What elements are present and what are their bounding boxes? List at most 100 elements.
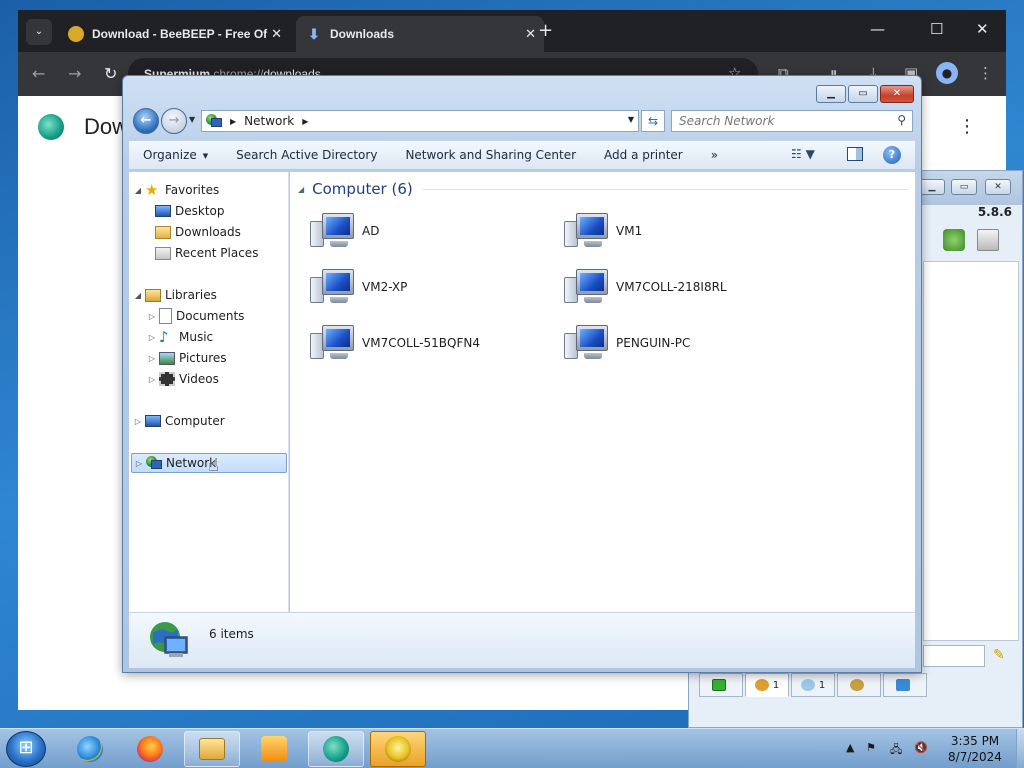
maximize-icon[interactable]: ☐ xyxy=(930,20,943,38)
maximize-icon[interactable]: ▭ xyxy=(951,179,977,195)
preview-pane-icon[interactable] xyxy=(847,147,863,161)
computer-item[interactable]: AD xyxy=(308,208,548,254)
system-clock[interactable]: 3:35 PM 8/7/2024 xyxy=(940,733,1010,765)
computer-item[interactable]: PENGUIN-PC xyxy=(562,320,802,366)
group-header-computer[interactable]: ◢ Computer (6) xyxy=(298,180,908,198)
search-input[interactable] xyxy=(672,111,882,131)
address-dropdown-icon[interactable]: ▼ xyxy=(628,115,634,124)
organize-button[interactable]: Organize ▼ xyxy=(129,148,222,162)
computer-item[interactable]: VM7COLL-218I8RL xyxy=(562,264,802,310)
tab-share[interactable] xyxy=(883,673,927,697)
computer-icon xyxy=(562,267,610,307)
search-active-directory-button[interactable]: Search Active Directory xyxy=(222,148,391,162)
close-button[interactable]: ✕ xyxy=(880,85,914,103)
show-desktop-button[interactable] xyxy=(1016,729,1024,768)
chats-count: 1 xyxy=(818,679,826,691)
tree-label: Libraries xyxy=(165,288,217,302)
taskbar-beebeep[interactable] xyxy=(370,731,426,767)
group-collapse-icon[interactable]: ◢ xyxy=(298,185,304,194)
recent-pages-dropdown-icon[interactable]: ▼ xyxy=(189,115,195,124)
computer-item[interactable]: VM2-XP xyxy=(308,264,548,310)
close-tab-icon[interactable]: ✕ xyxy=(525,26,536,42)
music-note-icon: ♪ xyxy=(159,328,169,346)
network-sharing-center-button[interactable]: Network and Sharing Center xyxy=(391,148,590,162)
tree-computer[interactable]: ▷ Computer xyxy=(133,411,225,431)
collapsed-triangle-icon[interactable]: ▷ xyxy=(147,333,157,342)
group-divider xyxy=(422,188,908,190)
more-commands-button[interactable]: » xyxy=(697,148,732,162)
minimize-button[interactable]: ▁ xyxy=(816,85,846,103)
volume-muted-icon[interactable]: 🔇 xyxy=(914,741,928,754)
maximize-button[interactable]: ▭ xyxy=(848,85,878,103)
tab-users[interactable]: 1 xyxy=(745,673,789,697)
search-box[interactable]: ⚲ xyxy=(671,110,913,132)
tab-status[interactable] xyxy=(699,673,743,697)
chat-area[interactable] xyxy=(923,261,1019,641)
expanded-triangle-icon[interactable]: ◢ xyxy=(133,291,143,300)
brush-icon[interactable]: ✎ xyxy=(993,647,1005,663)
refresh-button[interactable]: ⇆ xyxy=(641,110,665,132)
tab-chats[interactable]: 1 xyxy=(791,673,835,697)
tree-favorites[interactable]: ◢ ★ Favorites xyxy=(133,180,219,200)
collapsed-triangle-icon[interactable]: ▷ xyxy=(133,417,143,426)
change-view-button[interactable]: ☷ ▼ xyxy=(791,147,815,161)
tree-videos[interactable]: ▷ Videos xyxy=(147,369,219,389)
collapsed-triangle-icon[interactable]: ▷ xyxy=(147,354,157,363)
address-bar[interactable]: ▶ Network ▶ ▼ xyxy=(201,110,639,132)
recent-places-icon xyxy=(155,246,171,260)
videos-icon xyxy=(159,372,175,386)
action-center-flag-icon[interactable]: ⚑ xyxy=(866,741,876,754)
reload-icon[interactable]: ↻ xyxy=(104,64,117,83)
breadcrumb-network[interactable]: Network xyxy=(244,114,294,128)
browser-tab-beebeep[interactable]: Download - BeeBEEP - Free Of ✕ xyxy=(58,16,290,52)
forward-button[interactable]: → xyxy=(161,108,187,134)
forward-arrow-icon[interactable]: → xyxy=(68,64,81,83)
minimize-icon[interactable]: — xyxy=(870,20,885,38)
tab-groups[interactable] xyxy=(837,673,881,697)
tab-search-button[interactable]: ⌄ xyxy=(26,19,52,45)
status-online-icon xyxy=(712,679,726,691)
network-tray-icon[interactable]: 🖧 xyxy=(890,741,902,760)
computer-icon xyxy=(562,323,610,363)
back-arrow-icon[interactable]: ← xyxy=(32,64,45,83)
new-tab-icon[interactable]: + xyxy=(538,20,553,41)
clock-date: 8/7/2024 xyxy=(948,750,1002,764)
refresh-users-icon[interactable] xyxy=(943,229,965,251)
collapsed-triangle-icon[interactable]: ▷ xyxy=(134,459,144,468)
tree-pictures[interactable]: ▷ Pictures xyxy=(147,348,227,368)
message-input[interactable] xyxy=(923,645,985,667)
close-icon[interactable]: ✕ xyxy=(976,20,989,38)
browser-tab-downloads[interactable]: ⬇ Downloads ✕ xyxy=(296,16,544,52)
close-icon[interactable]: ✕ xyxy=(985,179,1011,195)
expanded-triangle-icon[interactable]: ◢ xyxy=(133,186,143,195)
breadcrumb-separator-icon[interactable]: ▶ xyxy=(230,117,236,126)
computer-item[interactable]: VM7COLL-51BQFN4 xyxy=(308,320,548,366)
taskbar-firefox[interactable] xyxy=(122,731,178,767)
menu-kebab-icon[interactable]: ⋮ xyxy=(978,64,993,82)
start-button[interactable] xyxy=(6,731,46,767)
taskbar-explorer[interactable] xyxy=(184,731,240,767)
add-printer-button[interactable]: Add a printer xyxy=(590,148,697,162)
tree-libraries[interactable]: ◢ Libraries xyxy=(133,285,217,305)
show-hidden-icons-icon[interactable]: ▲ xyxy=(846,741,854,754)
tree-recent-places[interactable]: Recent Places xyxy=(153,243,258,263)
help-icon[interactable]: ? xyxy=(883,146,901,164)
breadcrumb-separator-icon[interactable]: ▶ xyxy=(302,117,308,126)
back-button[interactable]: ← xyxy=(133,108,159,134)
page-menu-icon[interactable]: ⋮ xyxy=(958,116,976,137)
computer-item[interactable]: VM1 xyxy=(562,208,802,254)
taskbar-media-player[interactable] xyxy=(246,731,302,767)
search-icon[interactable]: ⚲ xyxy=(897,113,906,127)
close-tab-icon[interactable]: ✕ xyxy=(271,26,282,42)
tree-desktop[interactable]: Desktop xyxy=(153,201,225,221)
collapsed-triangle-icon[interactable]: ▷ xyxy=(147,375,157,384)
taskbar-browser[interactable] xyxy=(308,731,364,767)
profile-avatar-icon[interactable]: ● xyxy=(936,62,958,84)
tree-documents[interactable]: ▷ Documents xyxy=(147,306,244,326)
tree-downloads[interactable]: Downloads xyxy=(153,222,241,242)
collapsed-triangle-icon[interactable]: ▷ xyxy=(147,312,157,321)
minimize-icon[interactable]: ▁ xyxy=(919,179,945,195)
trash-icon[interactable] xyxy=(977,229,999,251)
tree-music[interactable]: ▷ ♪ Music xyxy=(147,327,213,347)
taskbar-ie[interactable] xyxy=(62,731,118,767)
